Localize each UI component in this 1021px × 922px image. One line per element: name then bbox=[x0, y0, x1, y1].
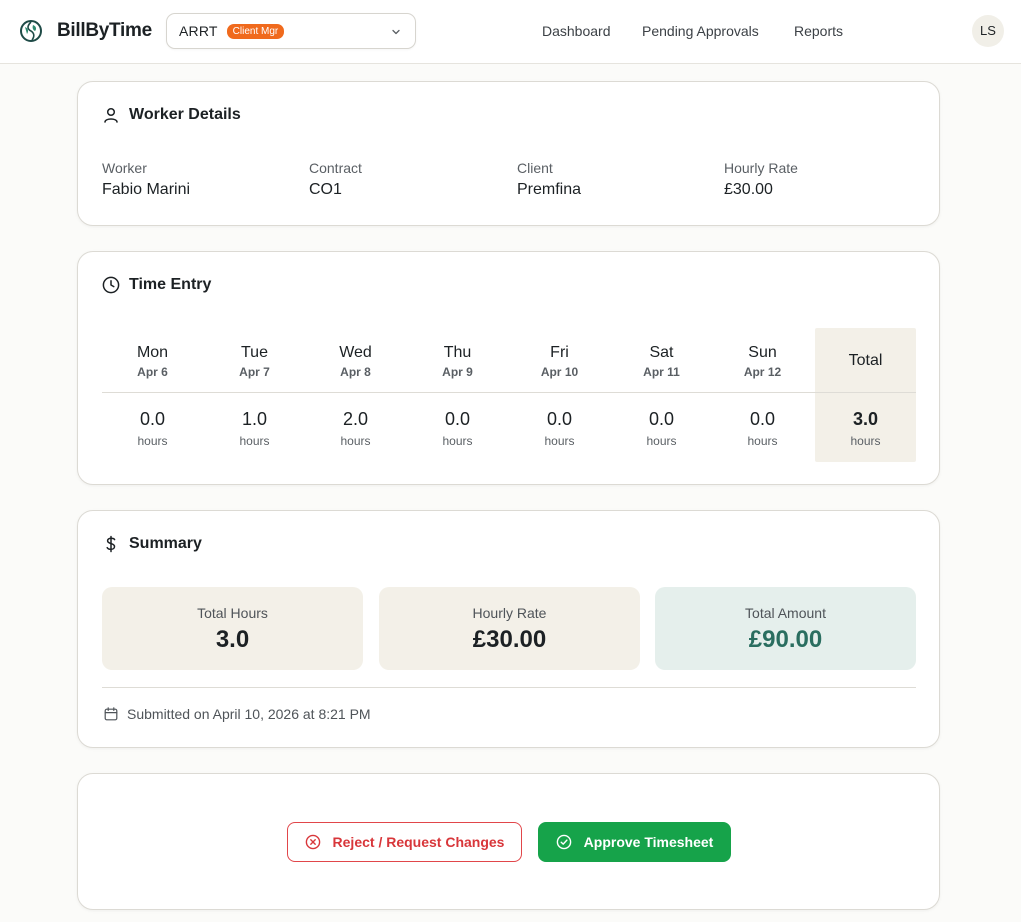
client-field: Client Premfina bbox=[517, 160, 581, 199]
time-entry-header: Time Entry bbox=[102, 276, 211, 294]
day-hours: 2.0 bbox=[342, 409, 369, 429]
hourly-rate-label: Hourly Rate bbox=[724, 160, 798, 176]
worker-details-card: Worker Details Worker Fabio Marini Contr… bbox=[77, 81, 940, 226]
day-hours: 0.0 bbox=[139, 409, 166, 429]
submitted-info: Submitted on April 10, 2026 at 8:21 PM bbox=[104, 706, 371, 722]
day-name: Fri bbox=[550, 344, 569, 361]
worker-field: Worker Fabio Marini bbox=[102, 160, 190, 199]
total-label: Total bbox=[848, 352, 883, 369]
summary-card: Summary Total Hours 3.0 Hourly Rate £30.… bbox=[77, 510, 940, 748]
approve-button-label: Approve Timesheet bbox=[583, 834, 714, 850]
time-grid-divider bbox=[102, 392, 916, 393]
total-amount-label: Total Amount bbox=[745, 605, 826, 621]
organization-select[interactable]: ARRT Client Mgr bbox=[166, 13, 416, 49]
day-hours: 0.0 bbox=[444, 409, 471, 429]
worker-details-title: Worker Details bbox=[129, 106, 241, 123]
day-name: Sun bbox=[748, 344, 777, 361]
brand-name[interactable]: BillByTime bbox=[57, 20, 152, 42]
globe-leaf-icon bbox=[20, 20, 42, 42]
top-navigation-bar: BillByTime ARRT Client Mgr Dashboard Pen… bbox=[0, 0, 1021, 64]
worker-details-header: Worker Details bbox=[102, 106, 241, 124]
user-icon bbox=[104, 107, 118, 123]
worker-label: Worker bbox=[102, 160, 147, 176]
day-hours-unit: hours bbox=[646, 434, 677, 448]
contract-value: CO1 bbox=[309, 181, 342, 198]
day-date: Apr 11 bbox=[643, 365, 680, 379]
day-name: Sat bbox=[649, 344, 674, 361]
nav-link-dashboard[interactable]: Dashboard bbox=[542, 23, 611, 39]
client-value: Premfina bbox=[517, 181, 582, 198]
day-hours: 0.0 bbox=[648, 409, 675, 429]
day-name: Thu bbox=[443, 344, 472, 361]
total-amount-value: £90.00 bbox=[748, 626, 823, 653]
day-hours: 0.0 bbox=[546, 409, 573, 429]
total-hours-tile: Total Hours 3.0 bbox=[102, 587, 363, 670]
day-date: Apr 6 bbox=[137, 365, 168, 379]
day-hours-unit: hours bbox=[340, 434, 371, 448]
hourly-rate-tile: Hourly Rate £30.00 bbox=[379, 587, 640, 670]
day-hours-unit: hours bbox=[747, 434, 778, 448]
day-date: Apr 7 bbox=[239, 365, 270, 379]
check-circle-icon bbox=[556, 834, 571, 850]
day-date: Apr 9 bbox=[442, 365, 473, 379]
submitted-timestamp: Submitted on April 10, 2026 at 8:21 PM bbox=[127, 706, 371, 722]
client-label: Client bbox=[517, 160, 553, 176]
day-hours-unit: hours bbox=[239, 434, 270, 448]
worker-value: Fabio Marini bbox=[102, 181, 191, 198]
reject-button-label: Reject / Request Changes bbox=[332, 834, 505, 850]
day-name: Mon bbox=[136, 344, 169, 361]
contract-label: Contract bbox=[309, 160, 362, 176]
reject-request-changes-button[interactable]: Reject / Request Changes bbox=[287, 822, 522, 862]
clock-icon bbox=[102, 276, 120, 294]
summary-title: Summary bbox=[129, 535, 202, 552]
time-entry-card: Time Entry Mon Apr 6 0.0 hours Tue Apr 7… bbox=[77, 251, 940, 485]
hourly-rate-value: £30.00 bbox=[724, 181, 773, 198]
hourly-rate-value: £30.00 bbox=[472, 626, 547, 653]
day-name: Tue bbox=[241, 344, 268, 361]
total-hours-value: 3.0 bbox=[215, 626, 250, 653]
day-name: Wed bbox=[339, 344, 372, 361]
organization-name: ARRT bbox=[179, 23, 218, 39]
day-hours: 0.0 bbox=[749, 409, 776, 429]
actions-card: Reject / Request Changes Approve Timeshe… bbox=[77, 773, 940, 910]
calendar-icon bbox=[104, 707, 118, 721]
total-hours-label: Total Hours bbox=[197, 605, 268, 621]
day-hours: 1.0 bbox=[241, 409, 268, 429]
day-date: Apr 10 bbox=[540, 365, 579, 379]
time-entry-grid: Mon Apr 6 0.0 hours Tue Apr 7 1.0 hours … bbox=[102, 328, 916, 462]
role-badge: Client Mgr bbox=[226, 23, 285, 39]
day-date: Apr 8 bbox=[340, 365, 371, 379]
day-hours-unit: hours bbox=[442, 434, 473, 448]
time-entry-title: Time Entry bbox=[129, 276, 212, 293]
total-amount-tile: Total Amount £90.00 bbox=[655, 587, 916, 670]
x-circle-icon bbox=[305, 834, 320, 850]
hourly-rate-field: Hourly Rate £30.00 bbox=[724, 160, 798, 199]
total-hours: 3.0 bbox=[852, 409, 879, 429]
hourly-rate-label: Hourly Rate bbox=[472, 605, 547, 621]
summary-header: Summary bbox=[102, 535, 202, 553]
approve-timesheet-button[interactable]: Approve Timesheet bbox=[538, 822, 731, 862]
chevron-down-icon bbox=[392, 29, 400, 35]
day-date: Apr 12 bbox=[743, 365, 782, 379]
summary-divider bbox=[102, 687, 916, 688]
nav-link-pending-approvals[interactable]: Pending Approvals bbox=[642, 23, 759, 39]
dollar-icon bbox=[106, 535, 116, 553]
nav-link-reports[interactable]: Reports bbox=[794, 23, 843, 39]
day-hours-unit: hours bbox=[137, 434, 168, 448]
day-hours-unit: hours bbox=[544, 434, 575, 448]
total-hours-unit: hours bbox=[850, 434, 881, 448]
contract-field: Contract CO1 bbox=[309, 160, 362, 199]
user-avatar[interactable]: LS bbox=[972, 15, 1004, 47]
